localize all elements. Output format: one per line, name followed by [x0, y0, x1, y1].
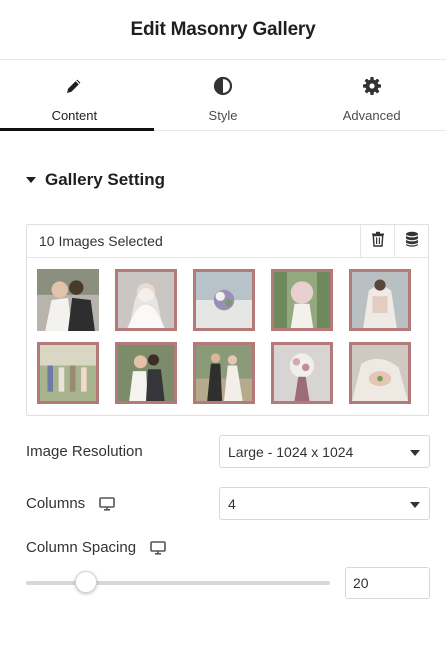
trash-icon: [371, 231, 385, 252]
active-tab-indicator: [0, 128, 154, 131]
tab-style-label: Style: [208, 108, 238, 123]
column-spacing-value: 20: [353, 575, 369, 591]
caret-down-icon: [26, 177, 36, 183]
image-resolution-value: Large - 1024 x 1024: [228, 443, 354, 460]
column-spacing-input[interactable]: 20: [345, 567, 430, 599]
gallery-thumbnail[interactable]: [349, 269, 411, 331]
gallery-thumbnail[interactable]: [271, 269, 333, 331]
tab-style[interactable]: Style: [149, 60, 298, 130]
image-resolution-select[interactable]: Large - 1024 x 1024: [219, 435, 430, 468]
gallery-thumbnail[interactable]: [193, 342, 255, 404]
gallery-thumbnail[interactable]: [271, 342, 333, 404]
monitor-icon[interactable]: [150, 540, 166, 555]
gallery-thumbnail[interactable]: [193, 269, 255, 331]
monitor-icon[interactable]: [99, 496, 115, 511]
column-spacing-label: Column Spacing: [26, 539, 166, 556]
section-title: Gallery Setting: [45, 170, 165, 189]
gallery-thumbnail[interactable]: [115, 269, 177, 331]
tab-content-label: Content: [51, 108, 98, 123]
delete-images-button[interactable]: [360, 225, 394, 257]
gallery-thumbnail[interactable]: [37, 342, 99, 404]
column-spacing-label-text: Column Spacing: [26, 539, 137, 556]
gear-icon: [361, 75, 383, 97]
tab-bar: Content Style Advanced: [0, 60, 446, 131]
image-resolution-label-text: Image Resolution: [26, 443, 143, 460]
half-circle-icon: [212, 75, 234, 97]
gallery-toolbar: 10 Images Selected: [27, 225, 428, 258]
tab-advanced-label: Advanced: [342, 108, 401, 123]
tab-content[interactable]: Content: [0, 60, 149, 130]
chevron-down-icon: [410, 450, 420, 456]
pencil-icon: [63, 75, 85, 97]
panel-header: Edit Masonry Gallery: [0, 0, 446, 60]
gallery-count-label: 10 Images Selected: [39, 233, 163, 249]
columns-label-text: Columns: [26, 495, 86, 512]
columns-label: Columns: [26, 495, 115, 512]
panel-title: Edit Masonry Gallery: [130, 18, 316, 40]
gallery-thumbnail[interactable]: [349, 342, 411, 404]
chevron-down-icon: [410, 502, 420, 508]
gallery-thumbnail[interactable]: [115, 342, 177, 404]
column-spacing-slider-track[interactable]: [26, 581, 330, 585]
gallery-control: 10 Images Selected: [26, 224, 429, 416]
image-resolution-label: Image Resolution: [26, 443, 143, 460]
database-icon: [405, 231, 419, 252]
section-toggle[interactable]: Gallery Setting: [26, 170, 165, 190]
columns-value: 4: [228, 495, 236, 512]
tab-advanced[interactable]: Advanced: [297, 60, 446, 130]
dynamic-tags-button[interactable]: [394, 225, 428, 257]
column-spacing-slider-handle[interactable]: [75, 571, 97, 593]
columns-select[interactable]: 4: [219, 487, 430, 520]
gallery-thumbnail[interactable]: [37, 269, 99, 331]
